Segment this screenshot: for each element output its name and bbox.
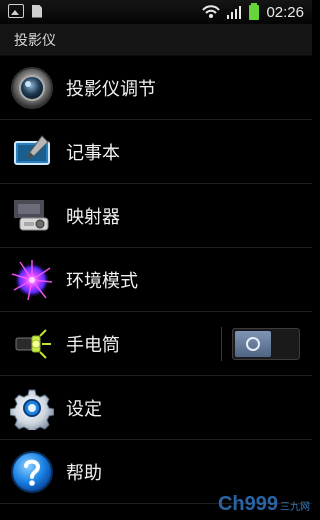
- flashlight-switch[interactable]: [232, 327, 300, 360]
- projector-lens-icon-wrap: [4, 56, 60, 120]
- switch-knob[interactable]: [235, 330, 271, 357]
- projector-lens-icon: [11, 66, 53, 109]
- menu-item-ambient-mode[interactable]: 环境模式: [0, 248, 312, 312]
- ambient-burst-icon-wrap: [4, 248, 60, 312]
- switch-off-ring-icon: [246, 336, 260, 351]
- page-title: 投影仪: [14, 32, 56, 49]
- wifi-icon: [202, 5, 221, 18]
- menu-item-projector-adjust[interactable]: 投影仪调节: [0, 56, 312, 120]
- watermark-cn: 三九网: [280, 502, 310, 513]
- document-icon: [32, 4, 42, 18]
- menu-item-flashlight[interactable]: 手电筒: [0, 312, 312, 376]
- help-icon-wrap: [4, 440, 60, 504]
- projector-menu-list: 投影仪调节 记事本 映射器 环境模式 手电筒 设定 帮助: [0, 56, 312, 520]
- flashlight-icon: [15, 328, 51, 359]
- menu-item-label: 投影仪调节: [66, 78, 156, 100]
- app-header: 投影仪: [0, 24, 312, 56]
- watermark: Ch999 三九网: [218, 493, 310, 516]
- gear-icon-wrap: [4, 376, 60, 440]
- status-left-icons: [8, 4, 42, 18]
- ambient-burst-icon: [11, 259, 53, 300]
- menu-item-settings[interactable]: 设定: [0, 376, 312, 440]
- notepad-icon-wrap: [4, 120, 60, 184]
- menu-item-label: 记事本: [66, 142, 120, 164]
- projector-device-icon-wrap: [4, 184, 60, 248]
- help-icon: [11, 450, 53, 493]
- notepad-icon: [14, 134, 50, 165]
- signal-icon: [227, 6, 242, 19]
- menu-item-label: 映射器: [66, 206, 120, 228]
- flashlight-icon-wrap: [4, 312, 60, 376]
- toggle-divider: [221, 326, 222, 361]
- menu-item-label: 设定: [66, 398, 102, 420]
- flashlight-toggle-area: [221, 326, 300, 361]
- projector-device-icon: [14, 199, 49, 230]
- battery-icon: [249, 3, 260, 20]
- menu-item-notepad[interactable]: 记事本: [0, 120, 312, 184]
- menu-item-mapper[interactable]: 映射器: [0, 184, 312, 248]
- status-right-icons: 02:26: [202, 3, 304, 21]
- menu-item-label: 环境模式: [66, 270, 138, 292]
- menu-item-label: 手电筒: [66, 334, 120, 356]
- menu-item-label: 帮助: [66, 462, 102, 484]
- gear-icon: [10, 389, 54, 430]
- status-time: 02:26: [266, 3, 304, 21]
- watermark-logo: Ch999: [217, 493, 278, 515]
- status-bar: 02:26: [0, 0, 312, 25]
- picture-icon: [8, 4, 24, 18]
